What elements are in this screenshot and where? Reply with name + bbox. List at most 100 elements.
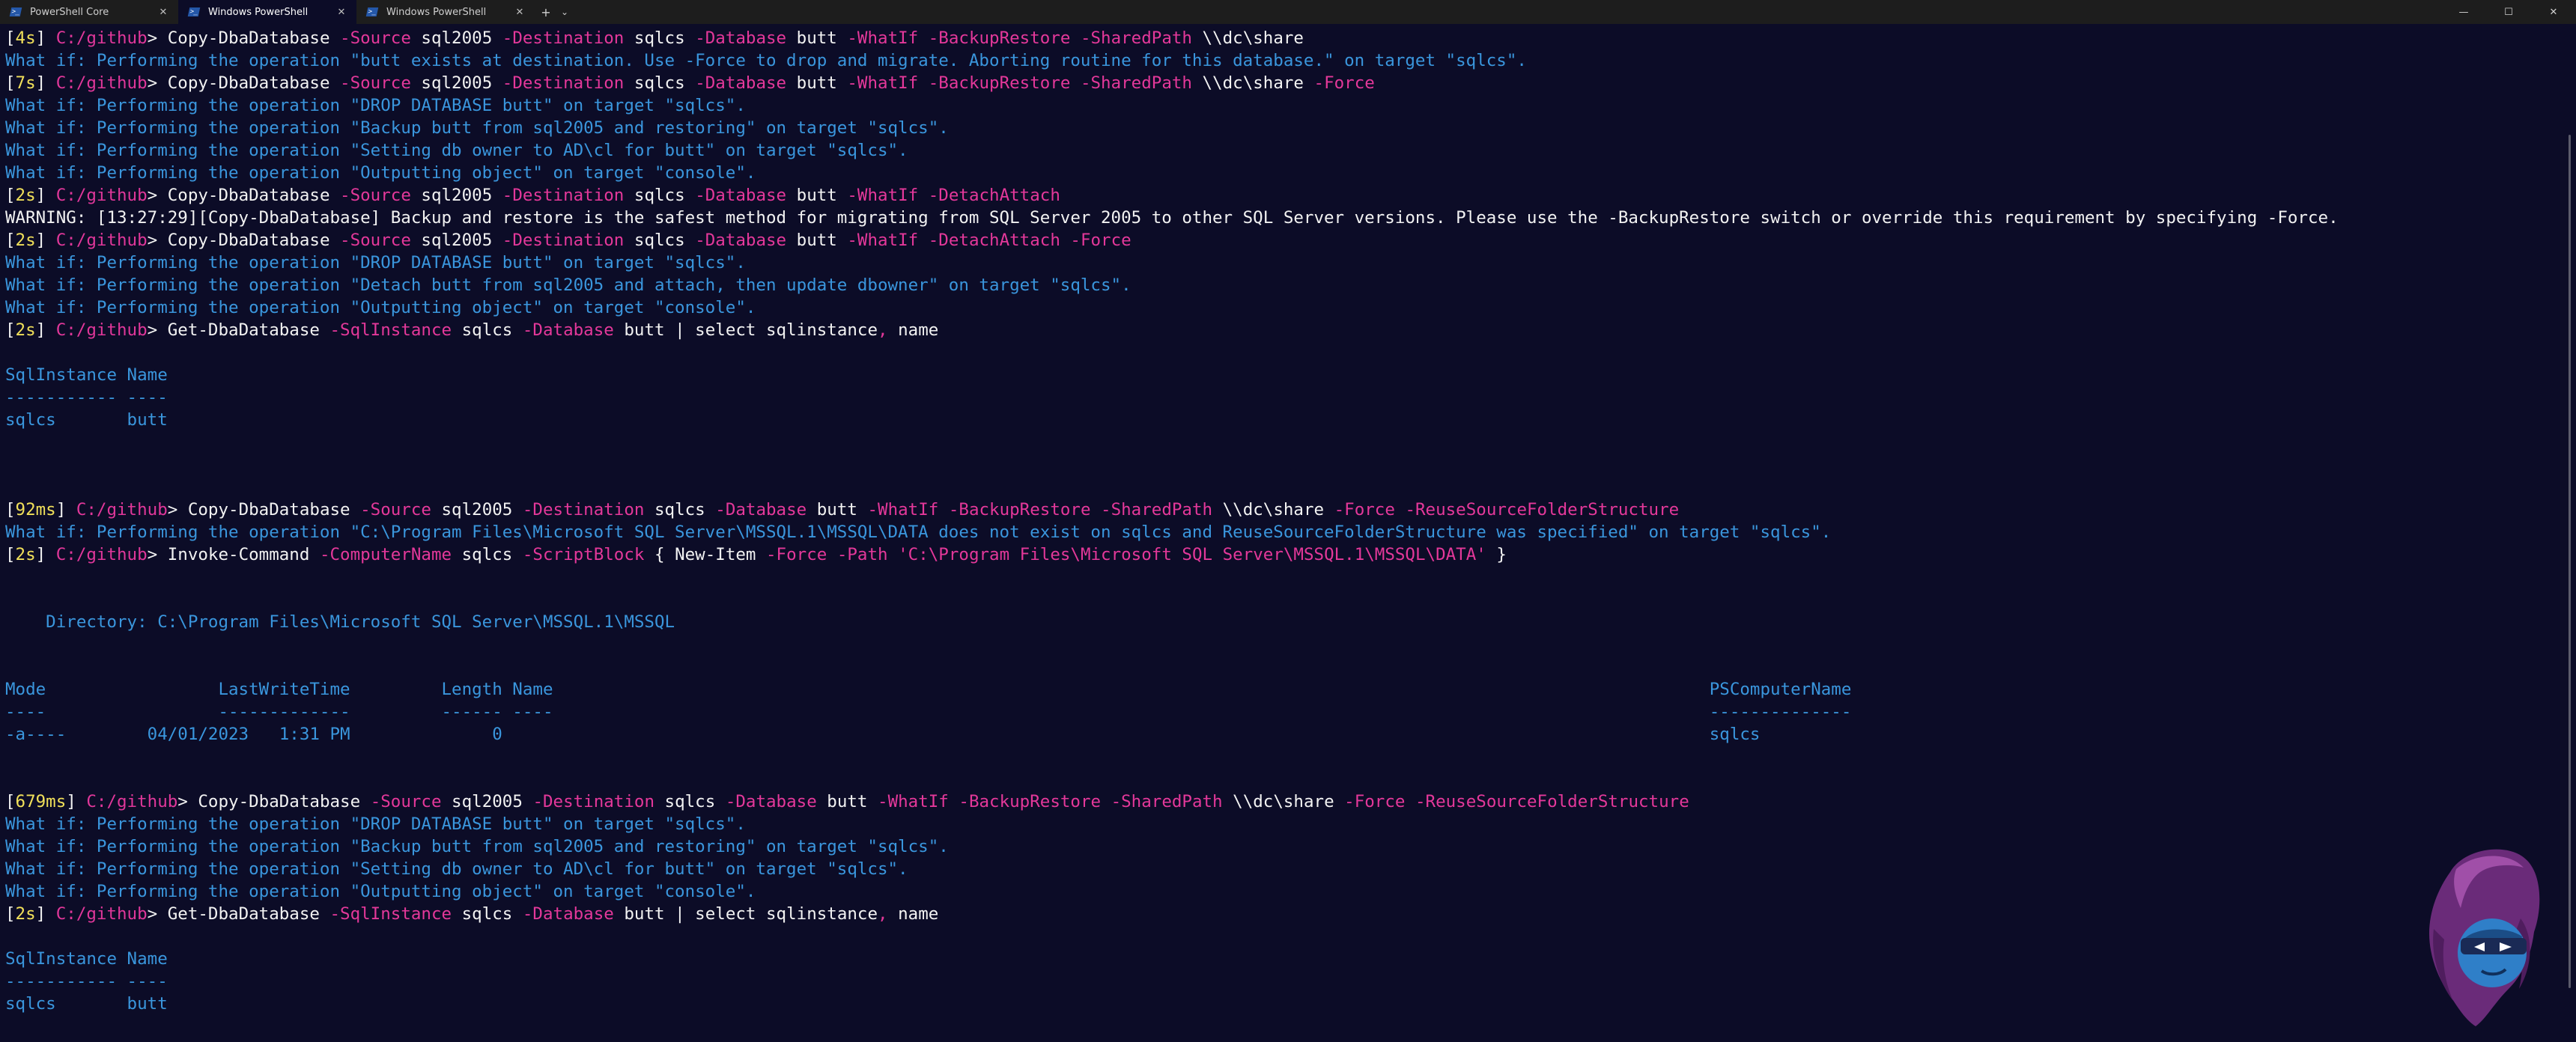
terminal-text-segment: [ [5, 320, 16, 340]
close-window-button[interactable]: ✕ [2531, 0, 2576, 24]
terminal-text-segment: -Force -ReuseSourceFolderStructure [1344, 792, 1689, 811]
terminal-text-segment: sql2005 [410, 231, 502, 250]
terminal-text-segment: { New-Item [644, 545, 767, 564]
terminal-scrollbar[interactable] [2569, 135, 2571, 988]
terminal-text-segment: > Copy-DbaDatabase [147, 73, 341, 93]
terminal-text-segment: -ScriptBlock [522, 545, 645, 564]
terminal-line: [2s] C:/github> Copy-DbaDatabase -Source… [5, 229, 2536, 252]
powershell-icon: >_ [365, 7, 379, 16]
terminal-text-segment: C:/github [55, 186, 148, 205]
terminal-line: ----------- ---- [5, 970, 2536, 993]
title-bar-drag-area[interactable] [572, 0, 2441, 24]
terminal-text-segment: sql2005 [431, 500, 523, 520]
terminal-text-segment: Mode LastWriteTime Length Name PSCompute… [5, 680, 1852, 699]
tab-powershell-core[interactable]: >_ PowerShell Core ✕ [0, 0, 178, 24]
terminal-text-segment: sqlcs [452, 545, 523, 564]
terminal-text-segment: -WhatIf -BackupRestore -SharedPath [867, 500, 1213, 520]
terminal-text-segment: -Force -ReuseSourceFolderStructure [1334, 500, 1680, 520]
terminal-text-segment: sqlcs [624, 231, 696, 250]
terminal-text-segment: 2s [15, 186, 36, 205]
new-tab-button[interactable]: + [535, 0, 557, 24]
terminal-text-segment: ---- ------------- ------ ---- ---------… [5, 702, 1852, 722]
tab-windows-powershell-active[interactable]: >_ Windows PowerShell ✕ [178, 0, 356, 24]
terminal-line: SqlInstance Name [5, 948, 2536, 970]
terminal-line: [679ms] C:/github> Copy-DbaDatabase -Sou… [5, 790, 2536, 813]
terminal-text-segment: 679ms [15, 792, 67, 811]
terminal-text-segment: ----------- ---- [5, 972, 168, 991]
powershell-icon: >_ [187, 7, 201, 16]
close-icon[interactable]: ✕ [157, 7, 169, 18]
terminal-line: What if: Performing the operation "DROP … [5, 252, 2536, 274]
terminal-text-segment: sqlcs [624, 186, 696, 205]
terminal-text-segment: sql2005 [410, 73, 502, 93]
terminal-line: What if: Performing the operation "Detac… [5, 274, 2536, 296]
terminal-text-segment: -Source [340, 231, 411, 250]
terminal-text-segment: butt [786, 28, 848, 48]
maximize-button[interactable]: ☐ [2486, 0, 2531, 24]
terminal-text-segment: > Copy-DbaDatabase [177, 792, 371, 811]
terminal-line: ----------- ---- [5, 386, 2536, 409]
terminal-text-segment: -Database [522, 320, 614, 340]
terminal-text-segment: 92ms [15, 500, 56, 520]
close-icon[interactable]: ✕ [335, 7, 347, 18]
terminal-text-segment: -Source [370, 792, 442, 811]
terminal-text-segment: ] [35, 186, 56, 205]
terminal-text-segment: What if: Performing the operation "Outpu… [5, 163, 756, 183]
terminal-text-segment: > Copy-DbaDatabase [147, 28, 341, 48]
terminal-text-segment: What if: Performing the operation "Detac… [5, 275, 1131, 295]
terminal-text-segment: butt [786, 231, 848, 250]
terminal-text-segment: ] [35, 231, 56, 250]
terminal-text-segment: 7s [15, 73, 36, 93]
terminal-text-segment: \\dc\share [1191, 73, 1314, 93]
terminal-text-segment: -SqlInstance [329, 904, 452, 924]
terminal-text-segment: -Database [715, 500, 807, 520]
terminal-text-segment: \\dc\share [1212, 500, 1334, 520]
terminal-text-segment: -WhatIf -BackupRestore -SharedPath [847, 28, 1192, 48]
terminal-line: -a---- 04/01/2023 1:31 PM 0 sqlcs [5, 723, 2536, 746]
terminal-text-segment: > Get-DbaDatabase [147, 904, 330, 924]
powershell-icon: >_ [9, 7, 22, 16]
terminal-text-segment: -Database [695, 28, 787, 48]
terminal-text-segment: -Force [1313, 73, 1375, 93]
terminal-text-segment: [ [5, 792, 16, 811]
close-icon[interactable]: ✕ [514, 7, 526, 18]
terminal-text-segment: What if: Performing the operation "Setti… [5, 859, 908, 879]
terminal-text-segment: C:/github [55, 73, 148, 93]
terminal-text-segment: sqlcs [624, 73, 696, 93]
terminal-text-segment: -SqlInstance [329, 320, 452, 340]
terminal-output[interactable]: [4s] C:/github> Copy-DbaDatabase -Source… [5, 27, 2536, 1038]
tab-windows-powershell[interactable]: >_ Windows PowerShell ✕ [356, 0, 535, 24]
terminal-text-segment: -Destination [502, 231, 625, 250]
terminal-text-segment: C:/github [55, 545, 148, 564]
terminal-text-segment: C:/github [55, 231, 148, 250]
terminal-line: What if: Performing the operation "Setti… [5, 139, 2536, 162]
terminal-line: [7s] C:/github> Copy-DbaDatabase -Source… [5, 72, 2536, 94]
terminal-text-segment: -Database [695, 73, 787, 93]
terminal-line: What if: Performing the operation "Setti… [5, 858, 2536, 880]
terminal-text-segment: -Destination [522, 500, 645, 520]
minimize-button[interactable]: — [2441, 0, 2486, 24]
terminal-text-segment: -Destination [502, 186, 625, 205]
terminal-text-segment: -Database [695, 186, 787, 205]
tab-dropdown-button[interactable]: ⌄ [557, 0, 572, 24]
terminal-text-segment: What if: Performing the operation "DROP … [5, 814, 746, 834]
terminal-text-segment: butt [806, 500, 868, 520]
terminal-text-segment: [ [5, 186, 16, 205]
terminal-text-segment: sqlcs [644, 500, 716, 520]
terminal-line: Mode LastWriteTime Length Name PSCompute… [5, 678, 2536, 701]
terminal-line: What if: Performing the operation "Backu… [5, 835, 2536, 858]
terminal-text-segment: sqlcs [452, 320, 523, 340]
terminal-text-segment: ] [35, 73, 56, 93]
terminal-text-segment: -WhatIf -BackupRestore -SharedPath [847, 73, 1192, 93]
terminal-text-segment: 2s [15, 904, 36, 924]
terminal-text-segment: -Source [340, 73, 411, 93]
terminal-text-segment: 'C:\Program Files\Microsoft SQL Server\M… [898, 545, 1486, 564]
terminal-text-segment: SqlInstance Name [5, 949, 168, 969]
terminal-text-segment: 2s [15, 320, 36, 340]
terminal-text-segment: [ [5, 28, 16, 48]
terminal-text-segment: > Copy-DbaDatabase [147, 186, 341, 205]
